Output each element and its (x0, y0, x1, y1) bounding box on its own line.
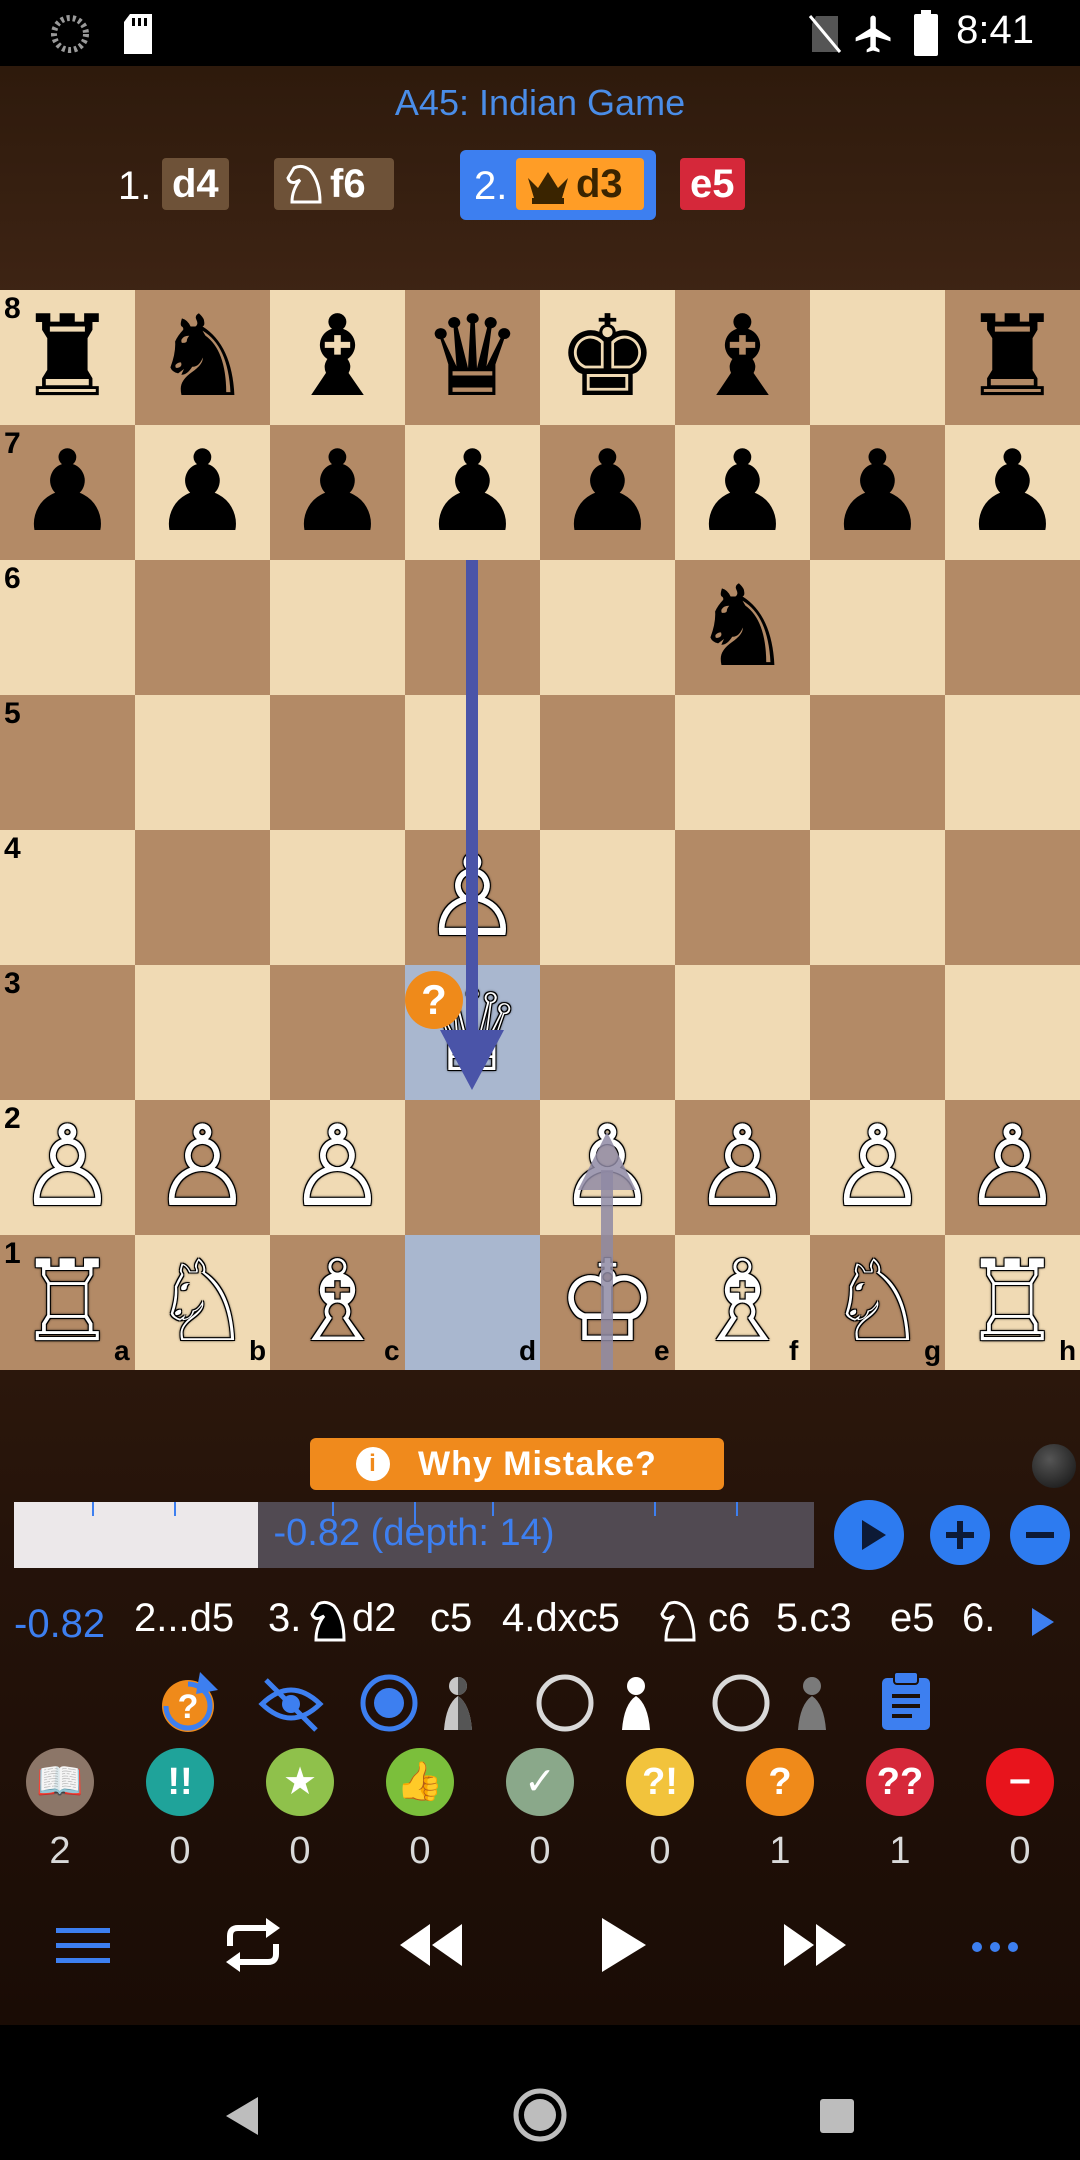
move-list: 1. d4 f6 2. d3 e5 (0, 154, 1080, 218)
bottom-toolbar (0, 1900, 1080, 1990)
classification-count: 1 (769, 1830, 791, 1872)
knight-icon (286, 164, 322, 204)
why-mistake-button[interactable]: i Why Mistake? (310, 1438, 724, 1490)
airplane-mode-icon (855, 15, 891, 53)
info-icon: i (356, 1447, 390, 1481)
plus-icon (946, 1521, 974, 1549)
arrows-layer (440, 560, 636, 1370)
blunder-icon[interactable]: ?? (866, 1748, 934, 1816)
move-2-black[interactable]: e5 (680, 158, 745, 210)
pv-score: -0.82 (14, 1602, 106, 1646)
rewind-icon[interactable] (396, 1920, 466, 1970)
classification-count: 1 (889, 1830, 911, 1872)
evaluation-bar: -0.82 (depth: 14) (14, 1502, 814, 1568)
play-icon (862, 1520, 886, 1550)
no-sim-icon (808, 15, 842, 53)
move-classification-summary: 📖 2!! 0 ★ 0 👍 0 ✓ 0?! 0? 1?? 1 − 0 (0, 1748, 1080, 1872)
queen-icon (528, 172, 568, 204)
pv-move[interactable]: d2 (352, 1596, 397, 1641)
flip-board-icon[interactable] (222, 1916, 284, 1974)
radio-selected-icon[interactable] (358, 1672, 420, 1734)
missed-icon[interactable]: − (986, 1748, 1054, 1816)
pawn-split-icon (444, 1677, 472, 1730)
classification-count: 0 (409, 1830, 431, 1872)
why-mistake-label: Why Mistake? (418, 1445, 657, 1483)
black-pawn-icon (798, 1677, 826, 1730)
pv-move[interactable]: c5 (430, 1596, 472, 1641)
add-line-button[interactable] (930, 1505, 990, 1565)
play-icon[interactable] (596, 1914, 650, 1976)
classification-count: 0 (529, 1830, 551, 1872)
principal-variation[interactable]: -0.82 2...d5 3. d2 c5 4.dxc5 c6 5.c3 e5 … (0, 1596, 1080, 1652)
dubious-icon[interactable]: ?! (626, 1748, 694, 1816)
classification-count: 2 (49, 1830, 71, 1872)
fast-forward-icon[interactable] (780, 1920, 850, 1970)
menu-icon[interactable] (56, 1926, 110, 1966)
clipboard-icon[interactable] (878, 1670, 934, 1732)
classification-count: 0 (169, 1830, 191, 1872)
brilliant-icon[interactable]: !! (146, 1748, 214, 1816)
battery-icon (914, 10, 938, 56)
move-number-1: 1. (118, 164, 152, 208)
classification-count: 0 (1009, 1830, 1031, 1872)
pv-move[interactable]: 6. (962, 1596, 995, 1641)
knight-icon (660, 1600, 696, 1642)
book-icon[interactable]: 📖 (26, 1748, 94, 1816)
classification-count: 0 (649, 1830, 671, 1872)
recents-icon[interactable] (818, 2097, 856, 2135)
loading-icon (51, 15, 89, 53)
home-icon[interactable] (512, 2087, 568, 2143)
minus-icon (1026, 1532, 1054, 1538)
pv-move[interactable]: e5 (890, 1596, 935, 1641)
move-2-white[interactable]: d3 (516, 158, 644, 210)
remove-line-button[interactable] (1010, 1505, 1070, 1565)
knight-icon (310, 1600, 346, 1642)
pv-move[interactable]: 5.c3 (776, 1596, 852, 1641)
analysis-toolbar: ? (0, 1668, 1080, 1738)
move-1-black-label: f6 (330, 162, 366, 206)
hide-eye-icon[interactable] (258, 1674, 324, 1734)
back-icon[interactable] (222, 2093, 262, 2139)
more-options-icon[interactable] (970, 1940, 1020, 1954)
white-pawn-icon (622, 1677, 650, 1730)
radio-unselected-icon[interactable] (534, 1672, 596, 1734)
engine-toggle-dot[interactable] (1032, 1444, 1076, 1488)
move-number-2: 2. (474, 164, 508, 208)
opening-name[interactable]: A45: Indian Game (0, 82, 1080, 124)
move-1-white[interactable]: d4 (162, 158, 229, 210)
play-engine-button[interactable] (834, 1500, 904, 1570)
move-2-white-label: d3 (576, 162, 623, 206)
ok-check-icon[interactable]: ✓ (506, 1748, 574, 1816)
retry-mistake-icon[interactable]: ? (156, 1670, 224, 1738)
mistake-icon[interactable]: ? (746, 1748, 814, 1816)
svg-text:?: ? (178, 1688, 199, 1726)
sd-card-icon (124, 14, 152, 54)
radio-unselected-icon[interactable] (710, 1672, 772, 1734)
evaluation-text: -0.82 (depth: 14) (273, 1512, 555, 1554)
system-navigation-bar (0, 2025, 1080, 2160)
mistake-badge: ? (405, 971, 463, 1029)
pv-move: 3. (268, 1596, 302, 1640)
chess-board[interactable]: 87654321abcdefgh♜♞♝♛♚♝♜♟♟♟♟♟♟♟♟♞♙♕♙♙♙♙♙♙… (0, 290, 1080, 1370)
good-thumb-icon[interactable]: 👍 (386, 1748, 454, 1816)
status-bar: 8:41 (0, 0, 1080, 66)
move-1-black[interactable]: f6 (274, 158, 394, 210)
clock: 8:41 (956, 8, 1034, 52)
pv-move[interactable]: c6 (708, 1596, 750, 1641)
pv-move[interactable]: 2...d5 (134, 1596, 234, 1641)
pv-next-arrow-icon[interactable] (1028, 1604, 1058, 1640)
pv-move[interactable]: 4.dxc5 (502, 1596, 620, 1641)
classification-count: 0 (289, 1830, 311, 1872)
best-star-icon[interactable]: ★ (266, 1748, 334, 1816)
